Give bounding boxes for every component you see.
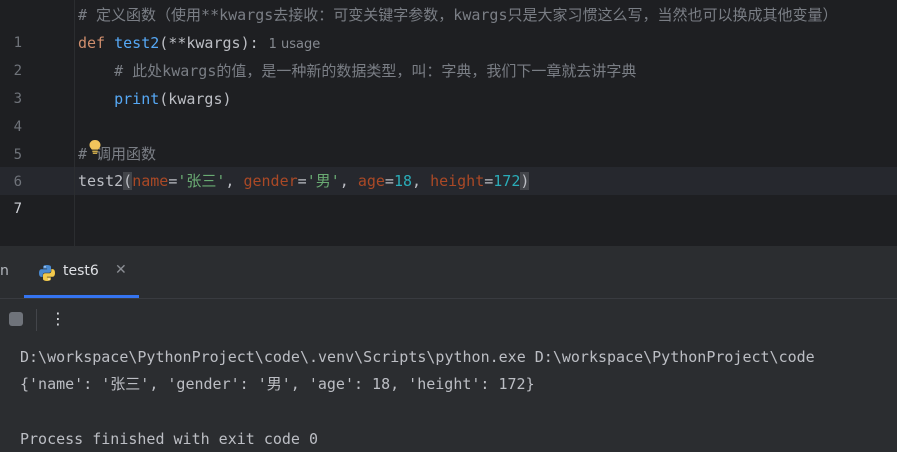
toolbar-separator: [36, 309, 37, 331]
kwarg-name: height: [430, 172, 485, 190]
kwarg-value: '男': [306, 172, 340, 190]
run-toolbar: ⋮: [0, 299, 897, 339]
console-output[interactable]: D:\workspace\PythonProject\code\.venv\Sc…: [0, 339, 897, 452]
call-name: test2: [78, 172, 124, 190]
lightbulb-icon[interactable]: [88, 139, 102, 155]
comment: # 此处kwargs的值，是一种新的数据类型，叫：字典，我们下一章就去讲字典: [114, 62, 637, 80]
kwarg-name: name: [132, 172, 169, 190]
code-line-6[interactable]: 6 # 调用函数: [0, 140, 897, 190]
code-line-5[interactable]: 5: [0, 113, 897, 163]
kwargs-stars: **: [168, 34, 187, 52]
active-tab-indicator: [24, 295, 139, 298]
paren-close: ): [520, 172, 530, 190]
param-name: kwargs: [186, 34, 241, 52]
code-line-3[interactable]: 3 # 此处kwargs的值，是一种新的数据类型，叫：字典，我们下一章就去讲字典: [0, 57, 897, 107]
keyword-def: def: [78, 34, 106, 52]
usage-hint[interactable]: 1 usage: [269, 37, 321, 52]
kwarg-value: '张三': [177, 172, 226, 190]
kwarg-name: age: [357, 172, 385, 190]
code-line-4[interactable]: 4 print(kwargs): [0, 85, 897, 135]
print-args: (kwargs): [159, 90, 232, 108]
paren-open: (: [159, 34, 169, 52]
tab-partial[interactable]: n: [0, 263, 9, 279]
code-editor[interactable]: 1 # 定义函数（使用**kwargs去接收：可变关键字参数，kwargs只是大…: [0, 0, 897, 246]
code-line-2[interactable]: 2 def test2(**kwargs): 1 usage: [0, 29, 897, 79]
close-icon[interactable]: ✕: [115, 262, 127, 278]
console-line: Process finished with exit code 0: [20, 430, 319, 448]
run-tool-window-tabs: n test6 ✕: [0, 248, 897, 299]
kwarg-name: gender: [243, 172, 298, 190]
code-line-7[interactable]: 7 test2(name='张三', gender='男', age=18, h…: [0, 167, 897, 217]
python-icon: [39, 265, 55, 281]
function-name: test2: [114, 34, 160, 52]
console-line: {'name': '张三', 'gender': '男', 'age': 18,…: [20, 375, 535, 393]
code-line-1[interactable]: 1 # 定义函数（使用**kwargs去接收：可变关键字参数，kwargs只是大…: [0, 1, 897, 51]
tab-label: test6: [63, 263, 99, 279]
console-line: D:\workspace\PythonProject\code\.venv\Sc…: [20, 348, 815, 366]
line-number: 7: [13, 201, 22, 217]
builtin-print: print: [114, 90, 160, 108]
stop-icon[interactable]: [9, 312, 23, 326]
paren-open: (: [123, 172, 133, 190]
kwarg-value: 172: [493, 172, 521, 190]
comment: # 定义函数（使用**kwargs去接收：可变关键字参数，kwargs只是大家习…: [78, 6, 838, 24]
more-options-icon[interactable]: ⋮: [50, 307, 66, 331]
kwarg-value: 18: [393, 172, 412, 190]
paren-close: ):: [240, 34, 259, 52]
